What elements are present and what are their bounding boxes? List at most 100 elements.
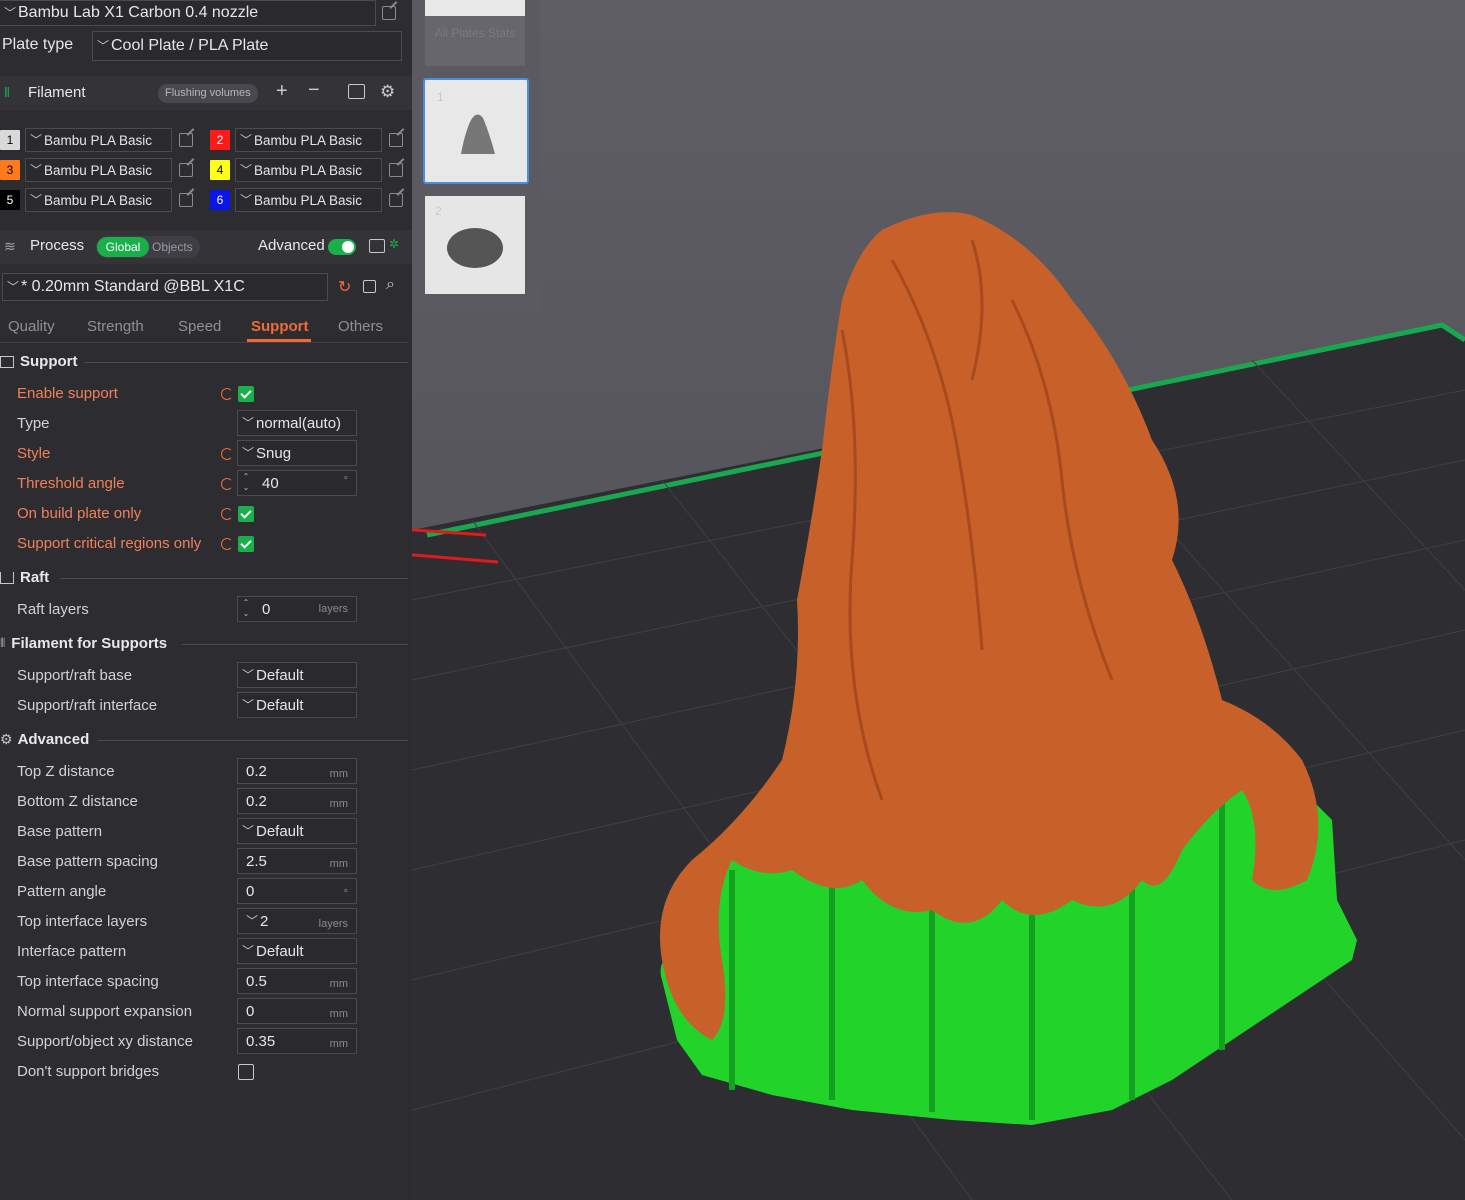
edit-filament-icon[interactable] (389, 133, 403, 147)
advanced-label: Advanced (258, 237, 325, 254)
advanced-row-input[interactable]: 0 ° (237, 878, 357, 904)
raft-section-icon (0, 571, 14, 584)
advanced-row-input[interactable]: 0.35 mm (237, 1028, 357, 1054)
chevron-down-icon: ﹀ (242, 943, 255, 958)
advanced-row-input[interactable]: 0.2 mm (237, 758, 357, 784)
support-raft-base-value: Default (256, 666, 304, 684)
tab-strength[interactable]: Strength (87, 318, 144, 335)
support-style-select[interactable]: ﹀ Snug (237, 440, 357, 466)
advanced-row-value: 0.5 (246, 972, 267, 990)
tab-quality[interactable]: Quality (8, 318, 55, 335)
spin-arrows-icon[interactable]: ⌃ ⌄ (241, 597, 251, 621)
settings-gear-icon[interactable]: ⚙ (380, 82, 395, 102)
reset-icon[interactable] (221, 508, 233, 520)
advanced-row-input[interactable]: 0 mm (237, 998, 357, 1024)
filament-slot-select[interactable]: ﹀ Bambu PLA Basic (235, 188, 382, 212)
edit-printer-icon[interactable] (382, 6, 396, 20)
chevron-down-icon: ﹀ (242, 697, 255, 712)
advanced-row-input[interactable]: 0.5 mm (237, 968, 357, 994)
filament-slot-select[interactable]: ﹀ Bambu PLA Basic (235, 128, 382, 152)
filament-slot-select[interactable]: ﹀ Bambu PLA Basic (235, 158, 382, 182)
filament-slot-select[interactable]: ﹀ Bambu PLA Basic (25, 188, 172, 212)
edit-filament-icon[interactable] (179, 133, 193, 147)
3d-viewport[interactable] (412, 0, 1465, 1200)
sync-filament-icon[interactable] (348, 84, 365, 99)
red-arrow-2 (412, 553, 499, 564)
enable-support-checkbox[interactable] (238, 386, 254, 402)
unit-label: mm (329, 768, 348, 780)
dont-support-bridges-label: Don't support bridges (17, 1063, 160, 1080)
advanced-row-input[interactable]: ﹀ 2 layers (237, 908, 357, 934)
plate-type-label: Plate type (2, 36, 74, 53)
raft-layers-input[interactable]: ⌃ ⌄ 0 layers (237, 596, 357, 622)
support-raft-interface-select[interactable]: ﹀ Default (237, 692, 357, 718)
reset-preset-icon[interactable]: ↻ (338, 277, 351, 297)
reset-icon[interactable] (221, 478, 233, 490)
filament-slot-number[interactable]: 6 (210, 190, 230, 210)
dont-support-bridges-checkbox[interactable] (238, 1064, 254, 1080)
edit-filament-icon[interactable] (179, 193, 193, 207)
advanced-row-select[interactable]: ﹀ Default (237, 818, 357, 844)
global-objects-switch[interactable]: Global Objects (96, 236, 200, 258)
raft-layers-value: 0 (262, 600, 271, 618)
advanced-row-input[interactable]: 0.2 mm (237, 788, 357, 814)
filament-slot-number[interactable]: 1 (0, 130, 20, 150)
advanced-toggle[interactable] (328, 239, 356, 255)
spin-arrows-icon[interactable]: ⌃ ⌄ (241, 471, 251, 495)
flushing-volumes-button[interactable]: Flushing volumes (158, 84, 258, 103)
advanced-row-value: 2.5 (246, 852, 267, 870)
support-raft-base-label: Support/raft base (17, 667, 133, 684)
tab-speed[interactable]: Speed (178, 318, 221, 335)
on-build-plate-only-checkbox[interactable] (238, 506, 254, 522)
filament-slot-number[interactable]: 3 (0, 160, 20, 180)
chevron-down-icon: ﹀ (242, 823, 255, 838)
edit-filament-icon[interactable] (389, 193, 403, 207)
filament-slot-number[interactable]: 2 (210, 130, 230, 150)
filament-slot-number[interactable]: 4 (210, 160, 230, 180)
remove-filament-icon[interactable]: − (308, 79, 320, 102)
objects-tab[interactable]: Objects (152, 236, 193, 258)
support-critical-regions-checkbox[interactable] (238, 536, 254, 552)
support-type-select[interactable]: ﹀ normal(auto) (237, 410, 357, 436)
all-plates-stats-button[interactable]: All Plates Stats (425, 0, 525, 66)
threshold-angle-input[interactable]: ⌃ ⌄ 40 ° (237, 470, 357, 496)
raft-section-title: Raft (0, 569, 49, 586)
add-filament-icon[interactable]: + (276, 80, 288, 103)
advanced-row-select[interactable]: ﹀ Default (237, 938, 357, 964)
process-settings-icon[interactable]: ✲ (389, 237, 399, 251)
process-preset-select[interactable]: ﹀ * 0.20mm Standard @BBL X1C (2, 273, 328, 301)
plate-2-thumbnail[interactable]: 2 (425, 196, 525, 294)
unit-label: mm (329, 1038, 348, 1050)
reset-icon[interactable] (221, 448, 233, 460)
advanced-row-value: 2 (260, 912, 269, 930)
printer-select[interactable]: ﹀ Bambu Lab X1 Carbon 0.4 nozzle (0, 0, 376, 26)
advanced-row-value: Default (256, 942, 304, 960)
chevron-down-icon: ﹀ (7, 279, 20, 294)
support-raft-base-select[interactable]: ﹀ Default (237, 662, 357, 688)
filament-name: Bambu PLA Basic (44, 162, 153, 178)
filament-slot-select[interactable]: ﹀ Bambu PLA Basic (25, 128, 172, 152)
chevron-down-icon: ﹀ (30, 132, 43, 147)
compare-icon[interactable] (369, 239, 385, 253)
chevron-down-icon: ﹀ (242, 445, 255, 460)
support-section-title: Support (0, 353, 78, 370)
reset-icon[interactable] (221, 538, 233, 550)
advanced-row-label: Normal support expansion (17, 1003, 193, 1020)
support-raft-interface-value: Default (256, 696, 304, 714)
tab-others[interactable]: Others (338, 318, 383, 335)
filament-slot-select[interactable]: ﹀ Bambu PLA Basic (25, 158, 172, 182)
unit-label: mm (329, 798, 348, 810)
tab-support[interactable]: Support (251, 318, 309, 335)
plate-1-thumbnail[interactable]: 1 (423, 78, 529, 184)
global-tab[interactable]: Global (97, 237, 149, 257)
unit-label: ° (343, 888, 348, 900)
advanced-row-input[interactable]: 2.5 mm (237, 848, 357, 874)
reset-icon[interactable] (221, 388, 233, 400)
search-icon[interactable]: ⌕ (386, 276, 395, 294)
edit-filament-icon[interactable] (389, 163, 403, 177)
save-preset-icon[interactable] (363, 280, 376, 293)
filament-slot-number[interactable]: 5 (0, 190, 20, 210)
advanced-row-label: Base pattern spacing (17, 853, 158, 870)
plate-type-select[interactable]: ﹀ Cool Plate / PLA Plate (92, 31, 402, 61)
edit-filament-icon[interactable] (179, 163, 193, 177)
